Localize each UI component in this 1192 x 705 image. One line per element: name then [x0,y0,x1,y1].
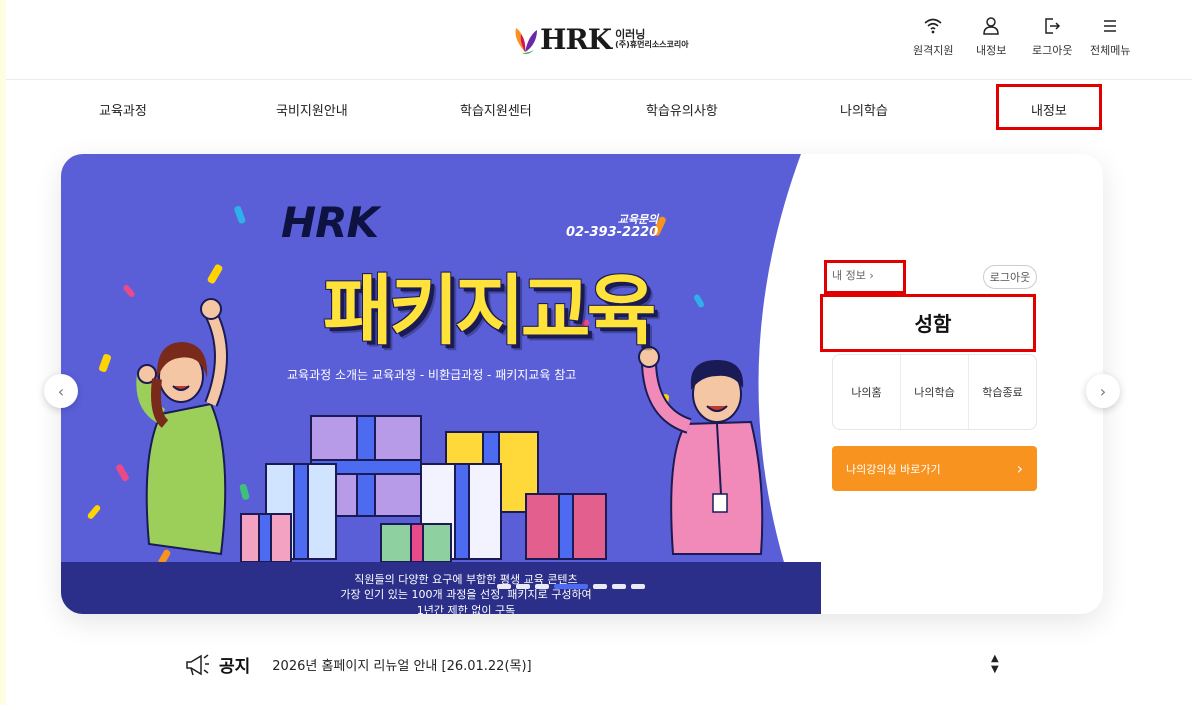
logo-mark-icon [512,22,538,56]
banner-inquiry-phone: 02-393-2220 [566,225,659,241]
main-banner: HRK 교육문의 02-393-2220 패키지교육 교육과정 소개는 교육과정… [61,154,1103,614]
logo-brand: HRK [540,22,612,56]
my-info-button[interactable]: 내정보 [976,16,1006,58]
all-menu-label: 전체메뉴 [1090,44,1131,57]
logo-sub: 이러닝 (주)휴먼리소스코리아 [615,29,689,49]
banner-title: 패키지교육 [323,266,657,355]
user-icon [983,17,999,35]
slide-indicator[interactable] [516,584,530,589]
banner-bottom-line3: 1년간 제한 없이 구독 [416,603,516,614]
notice-controls: ▲ ▼ [991,653,999,675]
main-nav: 교육과정 국비지원안내 학습지원센터 학습유의사항 나의학습 내정보 [6,80,1192,138]
notice-up-icon[interactable]: ▲ [991,653,999,664]
slide-indicator[interactable] [535,584,549,589]
quick-links: 나의홈 나의학습 학습종료 [832,354,1037,430]
nav-my-learning[interactable]: 나의학습 [840,100,888,119]
panel-my-info-link[interactable]: 내 정보 › [832,267,874,283]
logout-label: 로그아웃 [1032,44,1073,57]
carousel-next-button[interactable]: › [1086,374,1120,408]
megaphone-icon [186,654,209,676]
slide-indicator[interactable] [631,584,645,589]
wifi-icon [924,18,942,34]
slide-indicator[interactable] [612,584,626,589]
user-name: 성함 [914,311,952,336]
banner-subtitle: 교육과정 소개는 교육과정 - 비환급과정 - 패키지교육 참고 [287,368,577,382]
site-header: HRK 이러닝 (주)휴먼리소스코리아 원격지원 내정보 로그아웃 전체메뉴 [6,0,1192,80]
all-menu-button[interactable]: 전체메뉴 [1090,16,1130,58]
logo-sub-line2: (주)휴먼리소스코리아 [615,39,689,49]
nav-my-info[interactable]: 내정보 [1031,100,1067,119]
nav-courses[interactable]: 교육과정 [99,100,147,119]
notice-bar: 공지 2026년 홈페이지 리뉴얼 안내 [26.01.22(목)] [183,650,532,678]
nav-learning-notes[interactable]: 학습유의사항 [646,100,718,119]
notice-down-icon[interactable]: ▼ [991,664,999,675]
my-classroom-label: 나의강의실 바로가기 [846,462,941,476]
quick-link-my-home[interactable]: 나의홈 [833,355,901,429]
nav-learning-support[interactable]: 학습지원센터 [460,100,532,119]
logout-button[interactable]: 로그아웃 [1032,16,1072,58]
panel-logout-button[interactable]: 로그아웃 [983,265,1037,289]
banner-bottom-line2: 가장 인기 있는 100개 과정을 선정, 패키지로 구성하여 [340,588,592,602]
remote-support-label: 원격지원 [913,44,954,57]
my-classroom-button[interactable]: 나의강의실 바로가기 › [832,446,1037,491]
slide-indicator[interactable] [497,584,511,589]
carousel-prev-button[interactable]: ‹ [44,374,78,408]
remote-support-button[interactable]: 원격지원 [913,16,953,58]
logout-icon [1045,18,1061,34]
banner-hrk-word: HRK [281,198,379,247]
nav-national-support[interactable]: 국비지원안내 [276,100,348,119]
banner-bottom-text: 직원들의 다양한 요구에 부합한 평생 교육 콘텐츠 가장 인기 있는 100개… [316,572,616,614]
slide-indicator[interactable] [554,584,588,589]
banner-inquiry: 교육문의 02-393-2220 [566,213,659,241]
site-logo[interactable]: HRK 이러닝 (주)휴먼리소스코리아 [512,22,689,56]
slide-indicator[interactable] [593,584,607,589]
page: HRK 이러닝 (주)휴먼리소스코리아 원격지원 내정보 로그아웃 전체메뉴 교… [6,0,1192,705]
notice-label: 공지 [219,656,251,677]
slide-indicators [497,584,645,589]
menu-icon [1104,20,1117,32]
quick-link-my-learning[interactable]: 나의학습 [901,355,969,429]
logo-sub-line1: 이러닝 [615,28,646,42]
my-info-label: 내정보 [976,44,1007,57]
notice-text[interactable]: 2026년 홈페이지 리뉴얼 안내 [26.01.22(목)] [272,655,531,674]
quick-link-learning-end[interactable]: 학습종료 [969,355,1036,429]
chevron-right-icon: › [1099,381,1107,401]
chevron-left-icon: ‹ [57,381,65,401]
chevron-right-icon: › [1016,459,1023,478]
